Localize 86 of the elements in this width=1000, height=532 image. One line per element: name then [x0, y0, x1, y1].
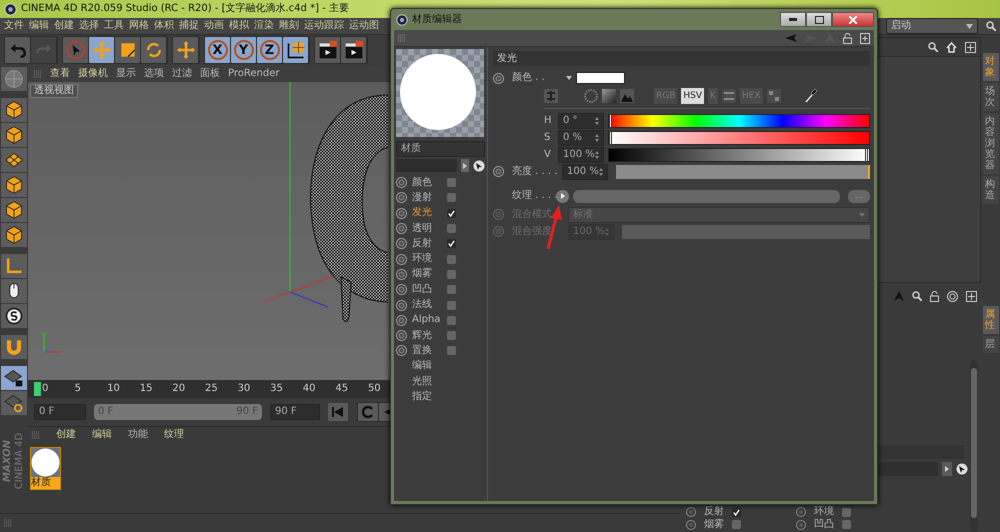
viewport-menu-item[interactable]: 选项	[144, 68, 164, 80]
number-field[interactable]: 100 %	[558, 146, 604, 162]
attribute-channel-label: 凹凸	[814, 518, 834, 531]
channel-list-item[interactable]: 法线	[412, 299, 442, 312]
viewport-menu-item[interactable]: 面板	[200, 68, 220, 80]
channel-list-item[interactable]: 辉光	[412, 330, 442, 342]
color-mode-button[interactable]: HSV	[681, 88, 704, 104]
timeline-tick-label: 15	[140, 383, 154, 395]
channel-list-item[interactable]: 漫射	[412, 192, 442, 204]
timeline-tick-label: 0	[42, 383, 50, 395]
attribute-channel-label: 反射	[704, 506, 724, 518]
axis-lock-button[interactable]: X	[205, 37, 230, 63]
channel-list-item[interactable]: 反射	[412, 238, 442, 250]
material-menu-item[interactable]: 编辑	[92, 429, 112, 441]
timeline-tick-label: 35	[270, 383, 284, 395]
start-frame-field[interactable]: 0 F	[34, 404, 86, 420]
menu-item[interactable]: 工具	[104, 20, 124, 32]
menu-item[interactable]: 模拟	[229, 20, 249, 32]
slider-label: H	[544, 114, 553, 126]
slider-label: V	[544, 148, 552, 160]
material-menu-item[interactable]: 创建	[56, 429, 76, 441]
menu-item[interactable]: 动画	[204, 20, 224, 32]
side-tab[interactable]: 构造	[983, 176, 999, 204]
window-title: 材质编辑器	[412, 14, 462, 26]
number-field[interactable]: 100 %	[562, 164, 608, 180]
side-tab[interactable]: 对象	[983, 53, 999, 81]
menu-item[interactable]: 选择	[79, 20, 99, 32]
viewport-menu-item[interactable]: 查看	[50, 68, 70, 80]
channel-list-item[interactable]: Alpha	[412, 314, 442, 326]
viewport-menu-item[interactable]: 过滤	[172, 68, 192, 80]
end-frame-field[interactable]: 90 F	[270, 404, 320, 420]
channel-list-item[interactable]: 编辑	[412, 360, 442, 372]
channel-list-item[interactable]: 光照	[412, 376, 442, 388]
window-title: CINEMA 4D R20.059 Studio (RC - R20) - [文字融化滴水.c4d *] - 主要	[21, 3, 349, 15]
channel-list-item[interactable]: 指定	[412, 390, 442, 403]
timeline-tick-label: 50	[368, 383, 382, 395]
axis-lock-button[interactable]: Y	[231, 37, 256, 63]
channel-list-item[interactable]: 环境	[412, 253, 442, 266]
material-menu-item[interactable]: 功能	[128, 429, 148, 441]
menu-item[interactable]: 雕刻	[279, 20, 299, 32]
viewport-menu-item[interactable]: ProRender	[228, 68, 280, 80]
viewport-menu-item[interactable]: 显示	[116, 68, 136, 80]
menu-item[interactable]: 文件	[4, 20, 24, 32]
attribute-channel-label: 环境	[814, 506, 834, 518]
channel-list-item[interactable]: 凹凸	[412, 284, 442, 296]
menu-item[interactable]: 运动跟踪	[304, 20, 344, 32]
channel-list-item[interactable]: 透明	[412, 222, 442, 235]
material-menu-item[interactable]: 纹理	[164, 429, 184, 441]
channel-list-item[interactable]: 发光	[412, 207, 442, 220]
attribute-channel-label: 烟雾	[704, 518, 724, 531]
channel-list-item[interactable]: 烟雾	[412, 268, 442, 280]
timeline-tick-label: 10	[107, 383, 121, 395]
section-header: 发光	[493, 51, 870, 66]
side-tab[interactable]: 内容浏览器	[983, 113, 999, 174]
slider-label: S	[544, 132, 552, 144]
field-label: 亮度 . . . .	[512, 166, 558, 178]
brand-logo: MAXON	[2, 440, 14, 482]
timeline-tick-label: 20	[172, 383, 186, 395]
menu-item[interactable]: 网格	[129, 20, 149, 32]
viewport-menu-item[interactable]: 摄像机	[78, 68, 108, 80]
side-tab[interactable]: 层	[983, 336, 999, 353]
menu-item[interactable]: 编辑	[29, 20, 49, 32]
menu-item[interactable]: 创建	[54, 20, 74, 32]
timeline-tick-label: 25	[204, 383, 219, 395]
menu-item[interactable]: 运动图	[349, 20, 379, 32]
menu-item[interactable]: 捕捉	[179, 20, 199, 32]
side-tab[interactable]: 场次	[983, 83, 999, 111]
field-label: 纹理 . . . .	[512, 190, 554, 202]
timeline-tick-label: 40	[302, 383, 316, 395]
material-name-field[interactable]: 材质	[396, 141, 485, 157]
number-field[interactable]: 0 °	[558, 112, 604, 128]
timeline-tick-label: 5	[74, 383, 82, 395]
channel-list-item[interactable]: 置换	[412, 344, 442, 357]
side-tab[interactable]: 属性	[983, 306, 999, 334]
menu-item[interactable]: 体积	[154, 20, 174, 32]
number-field[interactable]: 0 %	[558, 130, 604, 146]
material-swatch[interactable]: 材质	[30, 447, 61, 490]
field-label: 颜色 . .	[512, 72, 546, 84]
layout-dropdown[interactable]: 启动	[886, 18, 978, 34]
menu-item[interactable]: 渲染	[254, 20, 274, 32]
timeline-tick-label: 45	[335, 383, 350, 395]
viewport-label: 透视视图	[30, 84, 78, 98]
axis-lock-button[interactable]: Z	[257, 37, 282, 63]
timeline-tick-label: 30	[238, 383, 252, 395]
brand-name: CINEMA 4D	[14, 432, 26, 490]
channel-list-item[interactable]: 颜色	[412, 176, 442, 189]
